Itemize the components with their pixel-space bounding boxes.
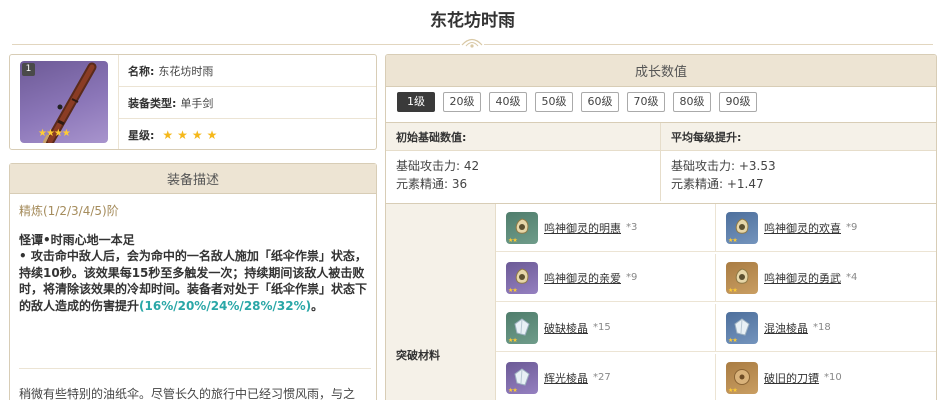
base-stats: 基础攻击力: 42 元素精通: 36 <box>386 151 661 201</box>
blue-bell-icon: ★★ <box>726 211 758 244</box>
level-tab-7[interactable]: 90级 <box>719 92 757 112</box>
growth-header: 成长数值 <box>386 55 936 87</box>
rarity-stars-icon: ★★★★ <box>162 128 222 142</box>
material-stars-icon: ★★ <box>508 286 518 294</box>
material-name[interactable]: 混浊棱晶 <box>764 320 808 336</box>
material-stars-icon: ★★ <box>508 336 518 344</box>
material-count: *18 <box>813 322 831 333</box>
material-name[interactable]: 鸣神御灵的勇武 <box>764 270 841 286</box>
avg-atk: 基础攻击力: +3.53 <box>671 159 776 173</box>
avg-stats: 基础攻击力: +3.53 元素精通: +1.47 <box>661 151 936 201</box>
blue-prism-icon: ★★ <box>726 311 758 344</box>
material-name[interactable]: 鸣神御灵的欢喜 <box>764 220 841 236</box>
material-stars-icon: ★★ <box>728 386 738 394</box>
base-atk: 基础攻击力: 42 <box>396 159 480 173</box>
material-stars-icon: ★★ <box>508 236 518 244</box>
skill-description: • 攻击命中敌人后，会为命中的一名敌人施加「纸伞作祟」状态，持续10秒。该效果每… <box>19 248 371 314</box>
weapon-name-row: 名称: 东花坊时雨 <box>118 55 376 87</box>
material-item[interactable]: ★★ 混浊棱晶 *18 <box>716 304 936 352</box>
level-tab-5[interactable]: 70级 <box>627 92 665 112</box>
description-header: 装备描述 <box>10 164 376 194</box>
ornament-icon <box>460 36 484 52</box>
gold-bell-icon: ★★ <box>726 261 758 294</box>
weapon-type: 单手剑 <box>180 96 214 110</box>
materials-label-cell: 突破材料 <box>386 204 496 400</box>
material-stars-icon: ★★ <box>508 386 518 394</box>
material-count: *27 <box>593 372 611 383</box>
purple-prism-icon: ★★ <box>506 361 538 394</box>
growth-card: 成长数值 1级 20级 40级 50级 60级 70级 80级 90级 初始基础数值: 平均每… <box>385 54 937 400</box>
weapon-type-label: 装备类型: <box>128 96 177 110</box>
material-name[interactable]: 破旧的刀镡 <box>764 370 819 386</box>
weapon-type-row: 装备类型: 单手剑 <box>118 87 376 119</box>
green-prism-icon: ★★ <box>506 311 538 344</box>
material-item[interactable]: ★★ 鸣神御灵的欢喜 *9 <box>716 204 936 252</box>
level-tab-6[interactable]: 80级 <box>673 92 711 112</box>
description-card: 装备描述 精炼(1/2/3/4/5)阶 怪谭•时雨心地一本足 • 攻击命中敌人后… <box>9 163 377 400</box>
material-count: *3 <box>626 222 638 233</box>
material-count: *9 <box>626 272 638 283</box>
avg-stats-header: 平均每级提升: <box>661 123 936 151</box>
description-divider <box>19 368 371 369</box>
avg-em: 元素精通: +1.47 <box>671 177 764 191</box>
gold-guard-icon: ★★ <box>726 361 758 394</box>
material-count: *4 <box>846 272 858 283</box>
skill-tail: 。 <box>311 298 324 313</box>
skill-highlight: (16%/20%/24%/28%/32%) <box>139 298 312 313</box>
purple-bell-icon: ★★ <box>506 261 538 294</box>
weapon-rarity-label: 星级: <box>128 129 155 142</box>
base-stats-header: 初始基础数值: <box>386 123 661 151</box>
level-tab-2[interactable]: 40级 <box>489 92 527 112</box>
material-count: *15 <box>593 322 611 333</box>
skill-name: 怪谭•时雨心地一本足 <box>19 233 135 247</box>
weapon-thumb-stars: ★★★★ <box>38 128 71 139</box>
refinement-text: 精炼(1/2/3/4/5)阶 <box>19 204 119 218</box>
material-name[interactable]: 鸣神御灵的明惠 <box>544 220 621 236</box>
weapon-image: 1 ★★★★ <box>20 61 108 143</box>
weapon-name: 东花坊时雨 <box>158 64 214 78</box>
green-bell-icon: ★★ <box>506 211 538 244</box>
material-stars-icon: ★★ <box>728 286 738 294</box>
weapon-rarity-row: 星级: ★★★★ <box>118 119 376 151</box>
weapon-name-label: 名称: <box>128 64 155 78</box>
level-tabs: 1级 20级 40级 50级 60级 70级 80级 90级 <box>397 92 765 112</box>
level-tab-0[interactable]: 1级 <box>397 92 435 112</box>
weapon-info-card: 1 ★★★★ 名称: 东花坊时雨 装备类型: 单手剑 星级: ★★★★ <box>9 54 377 150</box>
material-item[interactable]: ★★ 鸣神御灵的勇武 *4 <box>716 254 936 302</box>
material-item[interactable]: ★★ 鸣神御灵的明惠 *3 <box>496 204 716 252</box>
material-stars-icon: ★★ <box>728 336 738 344</box>
weapon-level-badge: 1 <box>22 63 35 76</box>
material-item[interactable]: ★★ 破缺棱晶 *15 <box>496 304 716 352</box>
material-name[interactable]: 辉光棱晶 <box>544 370 588 386</box>
material-stars-icon: ★★ <box>728 236 738 244</box>
page-title: 东花坊时雨 <box>430 11 515 31</box>
material-count: *9 <box>846 222 858 233</box>
material-item[interactable]: ★★ 辉光棱晶 *27 <box>496 354 716 400</box>
level-tab-1[interactable]: 20级 <box>443 92 481 112</box>
level-tab-4[interactable]: 60级 <box>581 92 619 112</box>
materials-label: 突破材料 <box>396 349 440 362</box>
base-em: 元素精通: 36 <box>396 177 468 191</box>
material-item[interactable]: ★★ 破旧的刀镡 *10 <box>716 354 936 400</box>
material-name[interactable]: 破缺棱晶 <box>544 320 588 336</box>
material-name[interactable]: 鸣神御灵的亲爱 <box>544 270 621 286</box>
flavor-text: 稍微有些特别的油纸伞。尽管长久的旅行中已经习惯风雨，与之 <box>19 387 356 400</box>
material-count: *10 <box>824 372 842 383</box>
material-item[interactable]: ★★ 鸣神御灵的亲爱 *9 <box>496 254 716 302</box>
level-tab-3[interactable]: 50级 <box>535 92 573 112</box>
